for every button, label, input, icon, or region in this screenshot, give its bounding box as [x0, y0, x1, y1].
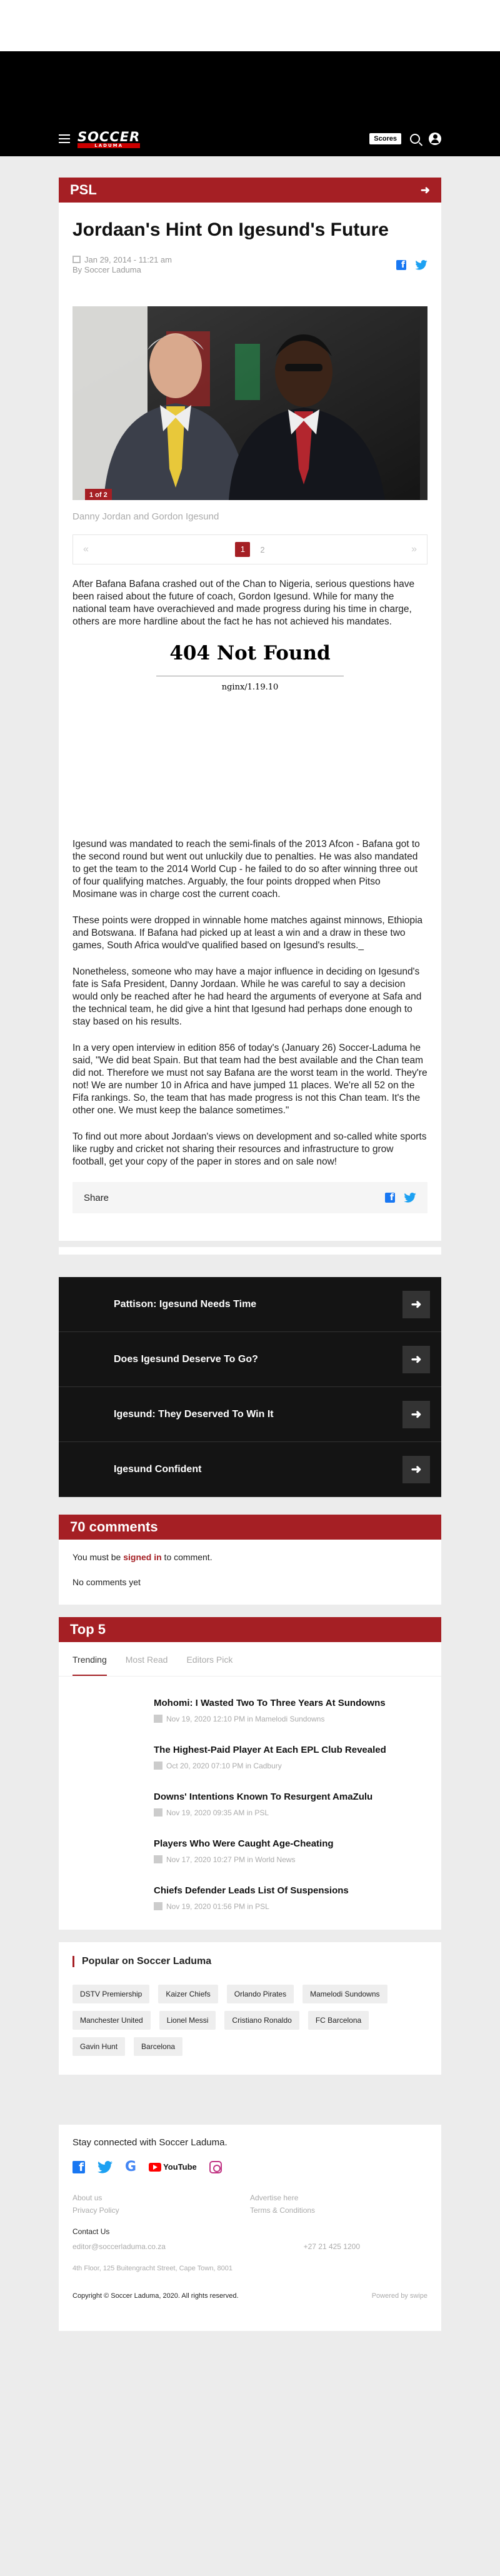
- prev-page-button[interactable]: «: [83, 544, 89, 555]
- related-articles: Pattison: Igesund Needs Time ➜ Does Igesu…: [59, 1277, 441, 1497]
- article-photo: 1 of 2: [72, 306, 428, 500]
- related-article[interactable]: Igesund Confident ➜: [59, 1442, 441, 1497]
- tab-most-read[interactable]: Most Read: [126, 1655, 168, 1676]
- calendar-icon: [154, 1808, 162, 1817]
- page-2-button[interactable]: 2: [260, 545, 264, 554]
- popular-tag[interactable]: Cristiano Ronaldo: [224, 2011, 299, 2030]
- twitter-icon[interactable]: [404, 1193, 416, 1203]
- facebook-icon[interactable]: f: [396, 260, 406, 270]
- footer-link-advertise[interactable]: Advertise here: [250, 2193, 428, 2202]
- popular-tag[interactable]: Orlando Pirates: [226, 1985, 294, 2003]
- article-paragraph: Igesund was mandated to reach the semi-f…: [72, 839, 420, 900]
- related-article[interactable]: Pattison: Igesund Needs Time ➜: [59, 1277, 441, 1332]
- facebook-icon[interactable]: f: [72, 2160, 85, 2174]
- top5-story[interactable]: Downs' Intentions Known To Resurgent Ama…: [59, 1770, 441, 1817]
- arrow-right-icon[interactable]: ➜: [421, 184, 430, 197]
- popular-tag[interactable]: Manchester United: [72, 2011, 151, 2030]
- article-paragraph: Nonetheless, someone who may have a majo…: [72, 966, 422, 1027]
- top5-story[interactable]: Players Who Were Caught Age-Cheating Nov …: [59, 1817, 441, 1864]
- facebook-icon[interactable]: f: [385, 1193, 395, 1203]
- article-paragraph: In a very open interview in edition 856 …: [72, 1043, 428, 1116]
- page-1-button[interactable]: 1: [235, 542, 251, 557]
- share-bar: Share f: [72, 1182, 428, 1213]
- popular-section: Popular on Soccer Laduma DSTV Premiershi…: [59, 1942, 441, 2075]
- google-icon[interactable]: G: [125, 2159, 136, 2175]
- user-icon[interactable]: [429, 133, 441, 145]
- instagram-icon[interactable]: [209, 2160, 222, 2173]
- arrow-right-icon[interactable]: ➜: [402, 1345, 430, 1373]
- calendar-icon: [154, 1855, 162, 1863]
- comments-section: 70 comments You must be signed in to com…: [59, 1515, 441, 1605]
- calendar-icon: [154, 1715, 162, 1723]
- section-bar: PSL ➜: [59, 178, 441, 203]
- site-header: SOCCER LADUMA Scores: [0, 51, 500, 156]
- article-author: By Soccer Laduma: [72, 265, 141, 274]
- share-label: Share: [84, 1192, 109, 1203]
- next-page-button[interactable]: »: [411, 544, 417, 555]
- site-footer: Stay connected with Soccer Laduma. f G Y…: [59, 2125, 441, 2331]
- contact-phone[interactable]: +27 21 425 1200: [304, 2242, 360, 2251]
- arrow-right-icon[interactable]: ➜: [402, 1290, 430, 1318]
- article-paragraph: After Bafana Bafana crashed out of the C…: [72, 579, 415, 627]
- stay-connected-text: Stay connected with Soccer Laduma.: [72, 2137, 228, 2148]
- popular-tag[interactable]: Lionel Messi: [159, 2011, 216, 2030]
- footer-link-about[interactable]: About us: [72, 2193, 250, 2202]
- calendar-icon: [154, 1762, 162, 1770]
- calendar-icon: [154, 1902, 162, 1910]
- related-article[interactable]: Igesund: They Deserved To Win It ➜: [59, 1387, 441, 1442]
- footer-link-privacy[interactable]: Privacy Policy: [72, 2206, 250, 2215]
- article-title: Jordaan's Hint On Igesund's Future: [72, 219, 389, 240]
- error-title: 404 Not Found: [169, 642, 331, 664]
- article-paragraph: To find out more about Jordaan's views o…: [72, 1131, 427, 1167]
- popular-tag[interactable]: Mamelodi Sundowns: [302, 1985, 388, 2003]
- photo-caption: Danny Jordan and Gordon Igesund: [72, 511, 219, 522]
- twitter-icon[interactable]: [98, 2160, 112, 2173]
- popular-tag[interactable]: Gavin Hunt: [72, 2037, 126, 2056]
- related-article[interactable]: Does Igesund Deserve To Go? ➜: [59, 1332, 441, 1387]
- top5-story[interactable]: The Highest-Paid Player At Each EPL Club…: [59, 1723, 441, 1770]
- popular-tag[interactable]: FC Barcelona: [308, 2011, 369, 2030]
- embedded-error: 404 Not Found nginx/1.19.10: [72, 642, 428, 692]
- article-card: PSL ➜ Jordaan's Hint On Igesund's Future…: [59, 178, 441, 1241]
- calendar-icon: [72, 256, 81, 263]
- copyright: Copyright © Soccer Laduma, 2020. All rig…: [72, 2292, 239, 2300]
- popular-title: Popular on Soccer Laduma: [72, 1956, 428, 1967]
- twitter-icon[interactable]: [415, 260, 428, 270]
- gallery-pager: « 1 2 »: [72, 534, 428, 564]
- top5-story[interactable]: Mohomi: I Wasted Two To Three Years At S…: [59, 1676, 441, 1723]
- popular-tag[interactable]: Kaizer Chiefs: [158, 1985, 218, 2003]
- section-title[interactable]: PSL: [70, 182, 97, 198]
- site-logo[interactable]: SOCCER LADUMA: [78, 129, 141, 148]
- top5-story[interactable]: Chiefs Defender Leads List Of Suspension…: [59, 1864, 441, 1911]
- scores-button[interactable]: Scores: [369, 133, 401, 144]
- article-paragraph: These points were dropped in winnable ho…: [72, 915, 423, 951]
- arrow-right-icon[interactable]: ➜: [402, 1455, 430, 1483]
- tab-editors-pick[interactable]: Editors Pick: [186, 1655, 232, 1676]
- contact-email[interactable]: editor@soccerladuma.co.za: [72, 2242, 166, 2251]
- comments-title: 70 comments: [70, 1519, 158, 1535]
- article-date: Jan 29, 2014 - 11:21 am: [84, 255, 172, 264]
- top-ad-strip: [0, 0, 500, 51]
- top5-section: Top 5 Trending Most Read Editors Pick Mo…: [59, 1617, 441, 1930]
- menu-icon[interactable]: [59, 134, 70, 143]
- youtube-icon[interactable]: YouTube: [149, 2162, 197, 2172]
- sign-in-link[interactable]: signed in: [123, 1552, 161, 1562]
- top5-title: Top 5: [70, 1621, 106, 1637]
- photo-count-badge: 1 of 2: [85, 489, 112, 500]
- contact-label: Contact Us: [72, 2227, 110, 2236]
- arrow-right-icon[interactable]: ➜: [402, 1400, 430, 1428]
- search-icon[interactable]: [410, 134, 420, 144]
- popular-tag[interactable]: Barcelona: [134, 2037, 183, 2056]
- address: 4th Floor, 125 Buitengracht Street, Cape…: [72, 2265, 233, 2272]
- footer-link-terms[interactable]: Terms & Conditions: [250, 2206, 428, 2215]
- powered-by: Powered by swipe: [371, 2292, 428, 2300]
- ad-placeholder: [72, 692, 428, 824]
- no-comments-text: No comments yet: [72, 1577, 141, 1587]
- tab-trending[interactable]: Trending: [72, 1655, 107, 1676]
- error-server: nginx/1.19.10: [221, 683, 279, 692]
- popular-tag[interactable]: DSTV Premiership: [72, 1985, 150, 2003]
- separator: [59, 1247, 441, 1255]
